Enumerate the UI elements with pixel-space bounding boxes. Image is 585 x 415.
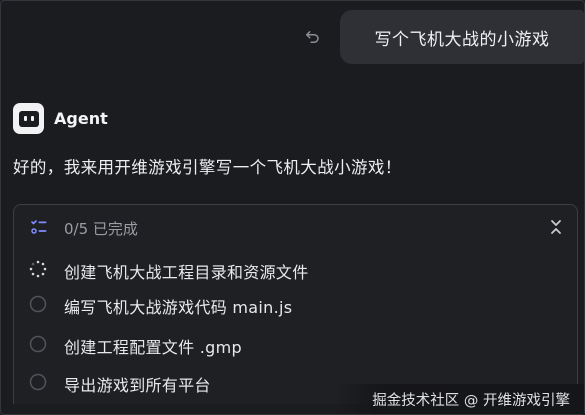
chat-window: 写个飞机大战的小游戏 Agent 好的，我来用开维游戏引擎写一个飞机大战小游戏！… (0, 0, 585, 415)
pending-circle-icon (29, 335, 47, 353)
task-panel-header: 0/5 已完成 (14, 205, 577, 249)
task-item[interactable]: 编写飞机大战游戏代码 main.js (14, 287, 577, 321)
watermark: 掘金技术社区 @ 开维游戏引擎 (334, 384, 584, 414)
chevron-collapse-icon[interactable] (545, 216, 567, 238)
task-item[interactable]: 创建飞机大战工程目录和资源文件 (14, 252, 577, 286)
task-progress-text: 0/5 已完成 (64, 220, 138, 238)
loading-spinner-icon (29, 260, 47, 278)
task-item-label: 导出游戏到所有平台 (64, 376, 211, 395)
agent-bot-icon (13, 103, 44, 134)
agent-reply-text: 好的，我来用开维游戏引擎写一个飞机大战小游戏！ (13, 158, 402, 177)
user-message-text: 写个飞机大战的小游戏 (374, 29, 550, 50)
task-item-label: 创建工程配置文件 .gmp (64, 338, 242, 357)
pending-circle-icon (29, 295, 47, 313)
agent-name: Agent (54, 109, 108, 128)
pending-circle-icon (29, 373, 47, 391)
task-item-label: 编写飞机大战游戏代码 main.js (64, 298, 293, 317)
task-item-label: 创建飞机大战工程目录和资源文件 (64, 263, 309, 282)
task-item[interactable]: 创建工程配置文件 .gmp (14, 327, 577, 361)
user-message-bubble: 写个飞机大战的小游戏 (340, 10, 584, 64)
checklist-icon (31, 220, 47, 234)
task-panel: 0/5 已完成 创建飞机大战工程目录和资源文件 编写飞机大战游戏代码 main.… (13, 204, 578, 404)
agent-header: Agent (13, 103, 108, 134)
undo-icon[interactable] (301, 26, 323, 48)
watermark-text: 掘金技术社区 @ 开维游戏引擎 (372, 392, 570, 409)
